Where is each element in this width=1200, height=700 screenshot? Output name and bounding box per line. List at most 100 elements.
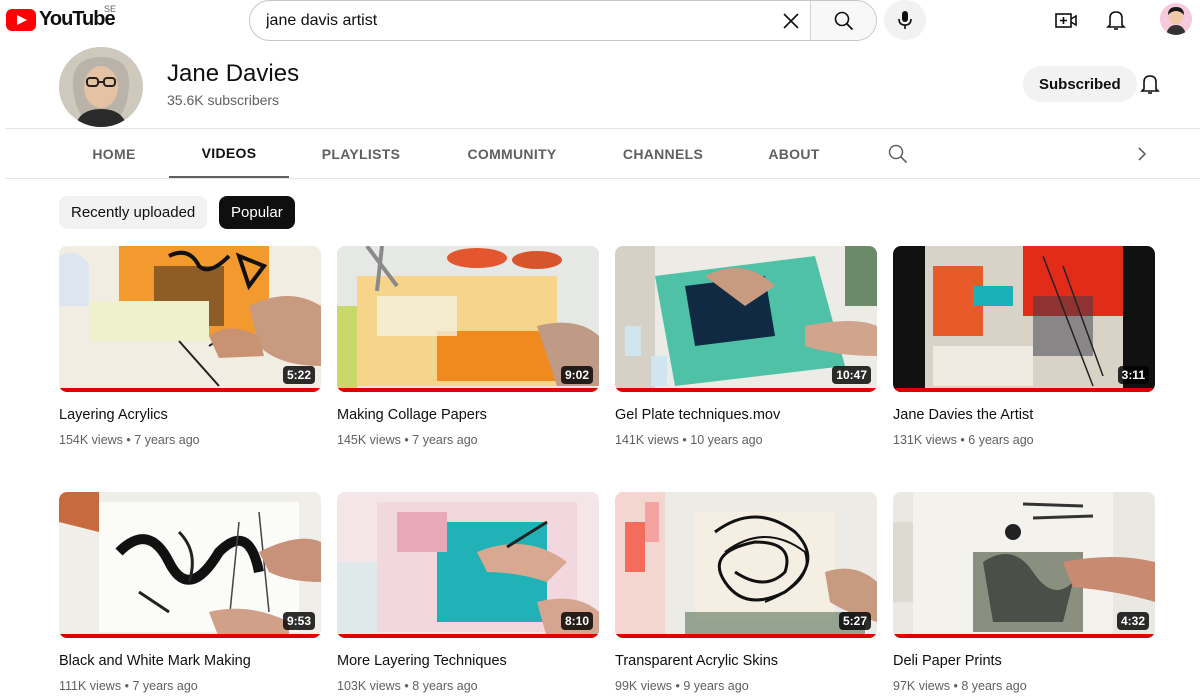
video-thumbnail[interactable]: 10:47 — [615, 246, 877, 392]
tab-community[interactable]: COMMUNITY — [452, 129, 572, 178]
video-duration: 9:02 — [560, 366, 593, 384]
video-title[interactable]: More Layering Techniques — [337, 653, 599, 669]
upload-age: 7 years ago — [132, 679, 198, 693]
video-card[interactable]: 5:22 Layering Acrylics 154K views • 7 ye… — [59, 246, 321, 447]
video-card[interactable]: 4:32 Deli Paper Prints 97K views • 8 yea… — [893, 492, 1155, 693]
create-video-icon[interactable] — [1054, 8, 1078, 32]
youtube-play-icon — [6, 8, 36, 31]
video-duration: 4:32 — [1116, 612, 1149, 630]
bell-icon[interactable] — [1138, 72, 1162, 96]
tab-videos[interactable]: VIDEOS — [169, 129, 289, 178]
close-icon[interactable] — [772, 1, 810, 40]
search-icon[interactable] — [887, 143, 909, 165]
video-duration: 5:22 — [282, 366, 315, 384]
meta-separator: • — [126, 433, 131, 447]
video-title[interactable]: Black and White Mark Making — [59, 653, 321, 669]
meta-separator: • — [404, 433, 409, 447]
video-meta: 154K views • 7 years ago — [59, 433, 321, 447]
view-count: 131K views — [893, 433, 957, 447]
meta-separator: • — [682, 433, 687, 447]
video-thumbnail[interactable]: 8:10 — [337, 492, 599, 638]
meta-separator: • — [953, 679, 958, 693]
top-bar: YouTube SE — [0, 0, 1200, 41]
view-count: 145K views — [337, 433, 401, 447]
video-duration: 3:11 — [1117, 366, 1149, 384]
search-button[interactable] — [810, 1, 876, 40]
video-meta: 111K views • 7 years ago — [59, 679, 321, 693]
watch-progress-bar — [59, 388, 321, 392]
search-bar — [249, 0, 877, 41]
video-title[interactable]: Jane Davies the Artist — [893, 407, 1155, 423]
view-count: 141K views — [615, 433, 679, 447]
divider — [5, 178, 1200, 179]
video-thumbnail[interactable]: 5:22 — [59, 246, 321, 392]
video-meta: 97K views • 8 years ago — [893, 679, 1155, 693]
search-input[interactable] — [250, 1, 772, 40]
subscribed-button[interactable]: Subscribed — [1023, 66, 1137, 102]
chip-popular[interactable]: Popular — [219, 196, 295, 229]
view-count: 111K views — [59, 679, 122, 693]
video-title[interactable]: Making Collage Papers — [337, 407, 599, 423]
upload-age: 9 years ago — [683, 679, 749, 693]
watch-progress-bar — [615, 388, 877, 392]
video-meta: 141K views • 10 years ago — [615, 433, 877, 447]
watch-progress-bar — [337, 634, 599, 638]
upload-age: 7 years ago — [412, 433, 478, 447]
meta-separator: • — [124, 679, 129, 693]
video-meta: 103K views • 8 years ago — [337, 679, 599, 693]
video-meta: 99K views • 9 years ago — [615, 679, 877, 693]
video-thumbnail[interactable]: 9:02 — [337, 246, 599, 392]
view-count: 154K views — [59, 433, 123, 447]
channel-name: Jane Davies — [167, 60, 300, 87]
video-duration: 8:10 — [560, 612, 593, 630]
watch-progress-bar — [893, 634, 1155, 638]
video-title[interactable]: Layering Acrylics — [59, 407, 321, 423]
video-thumbnail[interactable]: 4:32 — [893, 492, 1155, 638]
meta-separator: • — [404, 679, 409, 693]
video-thumbnail[interactable]: 5:27 — [615, 492, 877, 638]
video-title[interactable]: Gel Plate techniques.mov — [615, 407, 877, 423]
watch-progress-bar — [615, 634, 877, 638]
channel-avatar[interactable] — [59, 47, 143, 127]
video-duration: 9:53 — [282, 612, 315, 630]
tab-channels[interactable]: CHANNELS — [610, 129, 716, 178]
video-meta: 145K views • 7 years ago — [337, 433, 599, 447]
view-count: 99K views — [615, 679, 672, 693]
bell-icon[interactable] — [1104, 8, 1128, 32]
video-thumbnail[interactable]: 9:53 — [59, 492, 321, 638]
video-card[interactable]: 3:11 Jane Davies the Artist 131K views •… — [893, 246, 1155, 447]
upload-age: 10 years ago — [690, 433, 763, 447]
video-card[interactable]: 9:53 Black and White Mark Making 111K vi… — [59, 492, 321, 693]
watch-progress-bar — [59, 634, 321, 638]
video-card[interactable]: 5:27 Transparent Acrylic Skins 99K views… — [615, 492, 877, 693]
video-duration: 10:47 — [832, 366, 871, 384]
upload-age: 8 years ago — [412, 679, 478, 693]
tab-about[interactable]: ABOUT — [756, 129, 832, 178]
chip-recently-uploaded[interactable]: Recently uploaded — [59, 196, 208, 229]
video-meta: 131K views • 6 years ago — [893, 433, 1155, 447]
upload-age: 8 years ago — [961, 679, 1027, 693]
meta-separator: • — [675, 679, 680, 693]
user-avatar[interactable] — [1160, 3, 1192, 35]
upload-age: 6 years ago — [968, 433, 1034, 447]
tab-home[interactable]: HOME — [78, 129, 150, 178]
video-card[interactable]: 8:10 More Layering Techniques 103K views… — [337, 492, 599, 693]
video-card[interactable]: 9:02 Making Collage Papers 145K views • … — [337, 246, 599, 447]
meta-separator: • — [960, 433, 965, 447]
chevron-right-icon[interactable] — [1131, 143, 1153, 165]
video-card[interactable]: 10:47 Gel Plate techniques.mov 141K view… — [615, 246, 877, 447]
youtube-logo[interactable]: YouTube — [6, 8, 116, 31]
voice-search-button[interactable] — [884, 0, 926, 40]
video-title[interactable]: Deli Paper Prints — [893, 653, 1155, 669]
region-code: SE — [104, 4, 117, 14]
upload-age: 7 years ago — [134, 433, 200, 447]
watch-progress-bar — [337, 388, 599, 392]
video-title[interactable]: Transparent Acrylic Skins — [615, 653, 877, 669]
view-count: 97K views — [893, 679, 950, 693]
video-duration: 5:27 — [838, 612, 871, 630]
subscriber-count: 35.6K subscribers — [167, 92, 280, 108]
tab-playlists[interactable]: PLAYLISTS — [309, 129, 413, 178]
video-thumbnail[interactable]: 3:11 — [893, 246, 1155, 392]
watch-progress-bar — [893, 388, 1155, 392]
search-icon — [834, 11, 853, 30]
